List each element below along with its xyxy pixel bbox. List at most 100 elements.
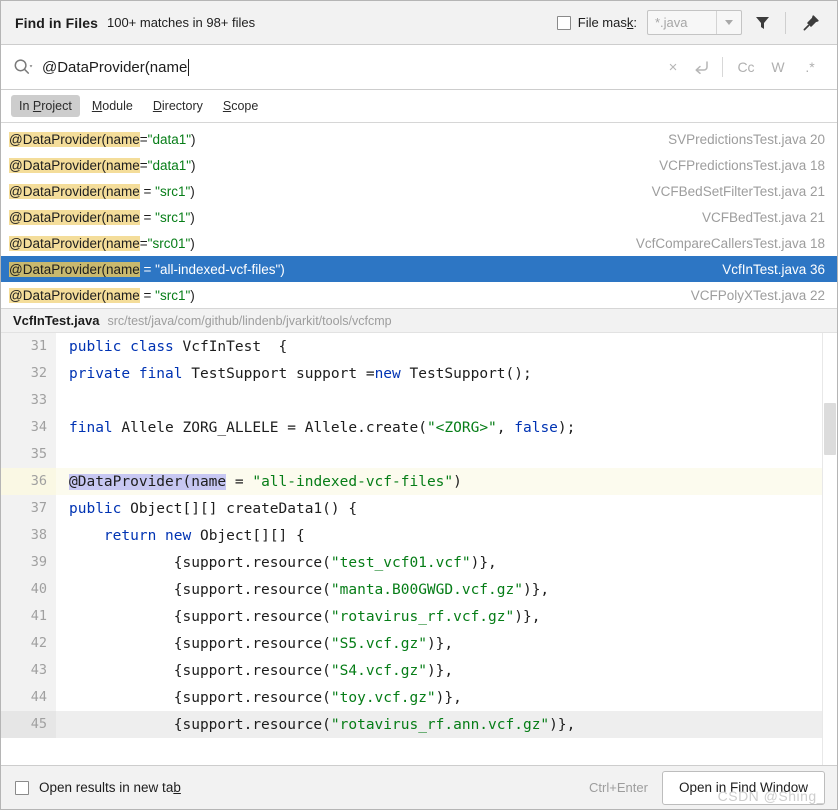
code-scrollbar-thumb[interactable] (824, 403, 836, 455)
search-input[interactable]: @DataProvider(name (42, 59, 187, 76)
result-operator: = (139, 131, 148, 147)
result-tail: ) (190, 235, 195, 251)
line-number: 34 (1, 414, 56, 441)
keyword: public (69, 338, 122, 355)
code-match-highlight: @DataProvider(name (69, 473, 227, 490)
line-number: 44 (1, 684, 56, 711)
tab-module[interactable]: Module (84, 95, 141, 117)
dialog-header: Find in Files 100+ matches in 98+ files … (1, 1, 837, 45)
keyword: false (514, 419, 558, 436)
code-line[interactable]: 35 (1, 441, 823, 468)
result-operator: = (139, 235, 148, 251)
file-mask-group: File mask: *.java (556, 10, 742, 35)
code-line-text: return new Object[][] { (103, 527, 305, 544)
filter-button[interactable] (748, 9, 776, 37)
result-row[interactable]: @DataProvider(name = "src1") VCFBedTest.j… (1, 204, 837, 230)
text-caret (188, 58, 190, 76)
code-line[interactable]: 34 final Allele ZORG_ALLELE = Allele.crea… (1, 414, 823, 441)
code-preview[interactable]: 31 public class VcfInTest {32 private fina… (1, 333, 837, 765)
result-match-highlight: @DataProvider(name (9, 287, 140, 303)
code-lines: 31 public class VcfInTest {32 private fina… (1, 333, 823, 765)
code-line[interactable]: 40 {support.resource("manta.B00GWGD.vcf.… (1, 576, 823, 603)
tab-in-project[interactable]: In Project (11, 95, 80, 117)
code-scrollbar-track[interactable] (822, 333, 837, 765)
file-mask-value: *.java (655, 15, 688, 30)
result-code-snippet: @DataProvider(name = "src1") (9, 287, 673, 303)
tab-directory[interactable]: Directory (145, 95, 211, 117)
result-operator: = (139, 261, 156, 277)
result-match-highlight: @DataProvider(name (9, 235, 140, 251)
keyword: final (69, 419, 113, 436)
code-line[interactable]: 37 public Object[][] createData1() { (1, 495, 823, 522)
code-line[interactable]: 32 private final TestSupport support =new… (1, 360, 823, 387)
line-number: 32 (1, 360, 56, 387)
file-mask-dropdown-arrow[interactable] (716, 11, 741, 34)
code-line-text: {support.resource("toy.vcf.gz")}, (69, 689, 462, 706)
result-code-snippet: @DataProvider(name = "src1") (9, 183, 634, 199)
file-mask-label: File mask: (577, 15, 637, 30)
result-row[interactable]: @DataProvider(name = "src1") VCFBedSetFil… (1, 178, 837, 204)
chevron-down-icon (725, 20, 733, 25)
code-line[interactable]: 38 return new Object[][] { (1, 522, 823, 549)
open-results-new-tab-label: Open results in new tab (39, 780, 181, 795)
dialog-footer: Open results in new tab Ctrl+Enter Open … (1, 765, 837, 809)
code-line[interactable]: 44 {support.resource("toy.vcf.gz")}, (1, 684, 823, 711)
match-case-toggle[interactable]: Cc (731, 54, 761, 80)
result-row[interactable]: @DataProvider(name="src01") VcfCompareCal… (1, 230, 837, 256)
result-code-snippet: @DataProvider(name = "all-indexed-vcf-fi… (9, 261, 704, 277)
code-line[interactable]: 43 {support.resource("S4.vcf.gz")}, (1, 657, 823, 684)
line-number: 45 (1, 711, 56, 738)
new-line-button[interactable] (688, 54, 714, 80)
result-file-location: VCFPolyXTest.java 22 (690, 287, 825, 303)
string-literal: "S4.vcf.gz" (330, 662, 427, 679)
search-results-list[interactable]: @DataProvider(name="data1") SVPredictions… (1, 123, 837, 308)
result-tail: ) (190, 209, 195, 225)
code-line[interactable]: 31 public class VcfInTest { (1, 333, 823, 360)
pin-button[interactable] (797, 9, 825, 37)
result-file-location: VcfCompareCallersTest.java 18 (635, 235, 825, 251)
code-line[interactable]: 36 @DataProvider(name = "all-indexed-vcf-… (1, 468, 823, 495)
result-row[interactable]: @DataProvider(name = "all-indexed-vcf-fi… (1, 256, 837, 282)
code-line-text: {support.resource("rotavirus_rf.ann.vcf.… (69, 716, 576, 733)
open-results-new-tab-checkbox[interactable] (15, 780, 29, 795)
filter-icon (755, 17, 769, 29)
search-row: @DataProvider(name × Cc W .* (1, 45, 837, 90)
code-line-text: public Object[][] createData1() { (69, 500, 358, 517)
search-icon-button[interactable] (13, 58, 33, 76)
result-operator: = (139, 157, 148, 173)
header-divider (785, 11, 786, 34)
open-in-find-window-button[interactable]: Open in Find Window (661, 770, 825, 805)
scope-tabs: In Project Module Directory Scope (1, 90, 837, 123)
code-line-text: {support.resource("test_vcf01.vcf")}, (69, 554, 497, 571)
line-number: 36 (1, 468, 56, 495)
result-row[interactable]: @DataProvider(name="data1") SVPredictions… (1, 126, 837, 152)
code-line[interactable]: 42 {support.resource("S5.vcf.gz")}, (1, 630, 823, 657)
code-line[interactable]: 45 {support.resource("rotavirus_rf.ann.v… (1, 711, 823, 738)
find-in-files-dialog: Find in Files 100+ matches in 98+ files … (0, 0, 838, 810)
result-code-snippet: @DataProvider(name="data1") (9, 157, 641, 173)
regex-toggle[interactable]: .* (795, 54, 825, 80)
result-match-highlight: @DataProvider(name (9, 131, 140, 147)
preview-file-header[interactable]: VcfInTest.java src/test/java/com/github/… (1, 308, 837, 333)
result-file-location: VCFBedSetFilterTest.java 21 (651, 183, 825, 199)
result-operator: = (139, 287, 156, 303)
code-line[interactable]: 41 {support.resource("rotavirus_rf.vcf.g… (1, 603, 823, 630)
result-operator: = (139, 183, 156, 199)
result-code-snippet: @DataProvider(name="src01") (9, 235, 618, 251)
file-mask-checkbox[interactable] (556, 15, 571, 30)
result-row[interactable]: @DataProvider(name="data1") VCFPrediction… (1, 152, 837, 178)
code-line-text: final Allele ZORG_ALLELE = Allele.create… (69, 419, 576, 436)
code-line[interactable]: 39 {support.resource("test_vcf01.vcf")}, (1, 549, 823, 576)
result-match-highlight: @DataProvider(name (9, 157, 140, 173)
clear-search-button[interactable]: × (660, 54, 686, 80)
code-line[interactable]: 33 (1, 387, 823, 414)
result-row[interactable]: @DataProvider(name = "src1") VCFPolyXTest… (1, 282, 837, 308)
search-input-wrap[interactable]: @DataProvider(name (13, 58, 660, 76)
result-string-literal: "src1" (155, 209, 191, 225)
result-tail: ) (191, 131, 196, 147)
file-mask-combo[interactable]: *.java (647, 10, 742, 35)
words-toggle[interactable]: W (763, 54, 793, 80)
result-tail: ) (280, 261, 285, 277)
tab-scope[interactable]: Scope (215, 95, 266, 117)
line-number: 40 (1, 576, 56, 603)
